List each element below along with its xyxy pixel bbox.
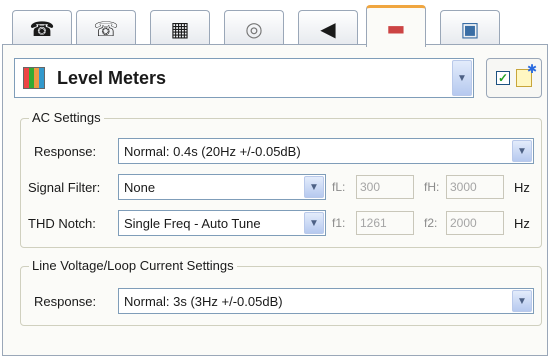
speaker-icon: ◀: [320, 16, 336, 41]
chevron-down-icon[interactable]: ▼: [452, 60, 472, 96]
filter-unit: Hz: [514, 180, 530, 195]
fl-input[interactable]: 300: [356, 175, 414, 199]
chevron-down-icon[interactable]: ▼: [512, 140, 532, 162]
tab-telephone[interactable]: ☎: [12, 10, 72, 46]
fl-label: fL:: [332, 180, 346, 194]
tab-dial[interactable]: ◎: [224, 10, 284, 46]
checkbox-icon: ✓: [496, 71, 510, 85]
f2-label: f2:: [424, 216, 438, 230]
level-meter-icon: [23, 67, 45, 89]
fh-input[interactable]: 3000: [446, 175, 504, 199]
telephone-icon: ☎: [29, 16, 55, 41]
keypad-icon: ▦: [170, 16, 190, 41]
tab-speaker[interactable]: ◀: [298, 10, 358, 46]
chevron-down-icon[interactable]: ▼: [512, 290, 532, 312]
level-meter-icon: ▬: [386, 15, 406, 40]
response-label: Response:: [34, 144, 97, 159]
ac-settings-title: AC Settings: [29, 110, 104, 125]
handset-icon: ☏: [93, 16, 119, 41]
tab-display[interactable]: ▣: [440, 10, 500, 46]
meter-type-select[interactable]: Level Meters ▼: [14, 58, 474, 98]
tab-strip: ☎ ☏ ▦ ◎ ◀ ▬ ▣: [8, 4, 548, 47]
f2-input[interactable]: 2000: [446, 211, 504, 235]
thd-unit: Hz: [514, 216, 530, 231]
options-button[interactable]: ✓: [486, 58, 542, 98]
thd-notch-label: THD Notch:: [28, 216, 96, 231]
chevron-down-icon[interactable]: ▼: [304, 212, 324, 234]
meter-type-label: Level Meters: [57, 67, 167, 88]
f1-label: f1:: [332, 216, 346, 230]
line-response-value: Normal: 3s (3Hz +/-0.05dB): [124, 293, 283, 309]
signal-filter-value: None: [124, 179, 156, 195]
tab-keypad[interactable]: ▦: [150, 10, 210, 46]
line-response-select[interactable]: Normal: 3s (3Hz +/-0.05dB) ▼: [118, 288, 534, 314]
tab-handset[interactable]: ☏: [76, 10, 136, 46]
response-select[interactable]: Normal: 0.4s (20Hz +/-0.05dB) ▼: [118, 138, 534, 164]
dial-icon: ◎: [245, 16, 263, 41]
thd-notch-value: Single Freq - Auto Tune: [124, 215, 261, 231]
new-page-icon: [516, 62, 537, 87]
f1-input[interactable]: 1261: [356, 211, 414, 235]
signal-filter-label: Signal Filter:: [28, 180, 101, 195]
signal-filter-select[interactable]: None ▼: [118, 174, 326, 200]
chevron-down-icon[interactable]: ▼: [304, 176, 324, 198]
fh-label: fH:: [424, 180, 440, 194]
tab-level-meters[interactable]: ▬: [366, 5, 426, 47]
line-voltage-title: Line Voltage/Loop Current Settings: [29, 258, 237, 273]
display-icon: ▣: [460, 16, 480, 41]
thd-notch-select[interactable]: Single Freq - Auto Tune ▼: [118, 210, 326, 236]
response-value: Normal: 0.4s (20Hz +/-0.05dB): [124, 143, 301, 159]
line-response-label: Response:: [34, 294, 97, 309]
